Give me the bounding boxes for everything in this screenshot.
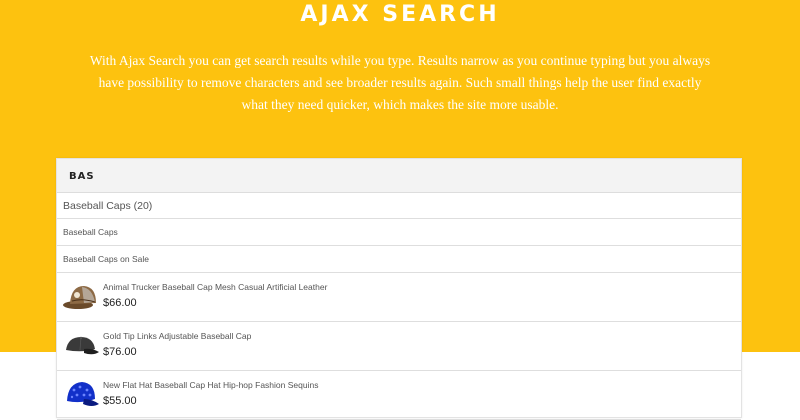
search-panel: Baseball Caps (20) Baseball Caps Basebal… xyxy=(56,158,742,420)
category-group-header[interactable]: Baseball Caps (20) xyxy=(57,193,741,219)
hero-description: With Ajax Search you can get search resu… xyxy=(89,53,711,112)
category-link-baseball-caps[interactable]: Baseball Caps xyxy=(57,219,741,246)
product-price: $66.00 xyxy=(103,297,137,309)
black-baseball-cap-icon xyxy=(62,326,100,364)
product-name: Animal Trucker Baseball Cap Mesh Casual … xyxy=(103,282,328,292)
product-name: Gold Tip Links Adjustable Baseball Cap xyxy=(103,331,252,341)
product-result[interactable]: Animal Trucker Baseball Cap Mesh Casual … xyxy=(57,273,741,322)
category-link-label: Baseball Caps on Sale xyxy=(63,254,150,264)
category-link-baseball-caps-on-sale[interactable]: Baseball Caps on Sale xyxy=(57,246,741,273)
product-result[interactable]: New Flat Hat Baseball Cap Hat Hip-hop Fa… xyxy=(57,371,741,420)
page-title: AJAX SEARCH xyxy=(300,2,500,27)
brown-trucker-cap-icon xyxy=(62,277,100,315)
product-result[interactable]: Gold Tip Links Adjustable Baseball Cap $… xyxy=(57,322,741,371)
product-name: New Flat Hat Baseball Cap Hat Hip-hop Fa… xyxy=(103,380,319,390)
search-bar xyxy=(57,159,741,193)
product-price: $55.00 xyxy=(103,395,137,407)
category-group-label: Baseball Caps (20) xyxy=(63,200,153,212)
product-price: $76.00 xyxy=(103,346,137,358)
search-input[interactable] xyxy=(63,165,735,187)
category-link-label: Baseball Caps xyxy=(63,227,118,237)
blue-sequin-cap-icon xyxy=(62,375,100,413)
